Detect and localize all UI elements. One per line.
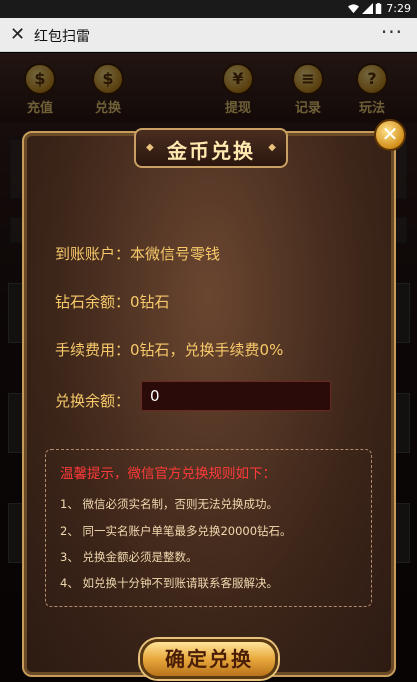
webview-title-bar: ✕ 红包扫雷 ··· [0, 18, 417, 52]
tip-item: 3、 兑换金额必须是整数。 [60, 550, 198, 564]
signal-icon [362, 3, 373, 14]
game-area: $ 充值 $ 兑换 ¥ 提现 ≡ 记录 ? 玩法 ◆ 金币兑换 ◆ [0, 53, 417, 682]
status-bar: 7:29 [0, 0, 417, 18]
more-icon[interactable]: ··· [381, 20, 403, 44]
amount-label: 兑换余额： [55, 392, 131, 410]
page-title: 红包扫雷 [34, 29, 90, 45]
account-line: 到账账户：本微信号零钱 [55, 245, 221, 263]
battery-icon [375, 3, 382, 14]
dialog-close-button[interactable]: ✕ [374, 119, 406, 151]
tips-heading: 温馨提示，微信官方兑换规则如下： [60, 466, 276, 482]
status-time: 7:29 [386, 2, 411, 15]
dialog-title: 金币兑换 [167, 139, 255, 163]
balance-line: 钻石余额：0钻石 [55, 293, 170, 311]
amount-input[interactable]: 0 [141, 381, 331, 411]
confirm-exchange-button[interactable]: 确定兑换 [140, 639, 278, 679]
wifi-icon [348, 4, 359, 14]
tip-item: 4、 如兑换十分钟不到账请联系客服解决。 [60, 576, 278, 590]
tips-box: 温馨提示，微信官方兑换规则如下： 1、 微信必须实名制，否则无法兑换成功。 2、… [45, 449, 372, 607]
diamond-icon: ◆ [146, 142, 154, 153]
dialog-title-badge: ◆ 金币兑换 ◆ [134, 128, 288, 168]
fee-line: 手续费用：0钻石，兑换手续费0% [55, 341, 284, 359]
tip-item: 1、 微信必须实名制，否则无法兑换成功。 [60, 497, 278, 511]
diamond-icon: ◆ [268, 142, 276, 153]
close-icon: ✕ [381, 122, 399, 146]
tip-item: 2、 同一实名账户单笔最多兑换20000钻石。 [60, 524, 292, 538]
close-icon[interactable]: ✕ [10, 25, 25, 45]
exchange-dialog: ◆ 金币兑换 ◆ ✕ 到账账户：本微信号零钱 钻石余额：0钻石 手续费用：0钻石… [22, 119, 406, 679]
